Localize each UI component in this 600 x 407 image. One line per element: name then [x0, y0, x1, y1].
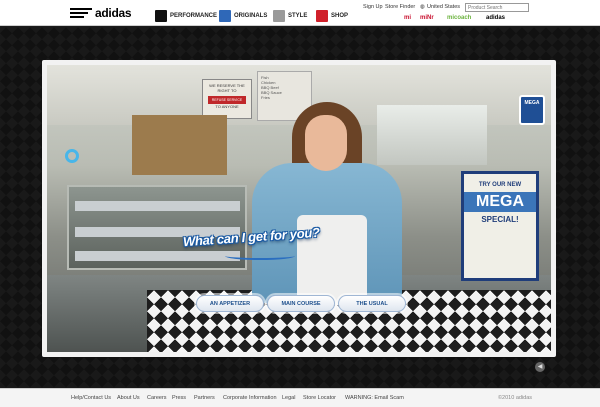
nav-originals-label: Originals [234, 13, 268, 19]
footer-link-press[interactable]: Press [172, 395, 186, 401]
footer-link-careers[interactable]: Careers [147, 395, 167, 401]
waitress-face [305, 115, 347, 171]
brand-adidas-link[interactable]: adidas [486, 15, 505, 21]
store-finder-link[interactable]: Store Finder [385, 4, 415, 10]
sound-toggle-icon[interactable]: ◀ [535, 362, 545, 372]
choice-appetizer-button[interactable]: An Appetizer [196, 295, 264, 312]
diner-window [377, 105, 487, 165]
brand-mi-link[interactable]: mi [404, 15, 411, 21]
diner-sign-sub: TO ANYONE [215, 104, 239, 109]
nav-style[interactable]: Style [273, 9, 307, 23]
promo-line-1: TRY OUR NEW [478, 182, 522, 188]
footer: Help/Contact Us About Us Careers Press P… [0, 388, 600, 407]
case-shelf [75, 201, 240, 211]
nav-shop[interactable]: Shop [316, 9, 348, 23]
top-navigation-bar: adidas Performance Originals Style Shop … [0, 0, 600, 26]
sign-up-link[interactable]: Sign Up [363, 4, 383, 10]
footer-link-email-scam[interactable]: WARNING: Email Scam [345, 395, 404, 401]
copyright: ©2010 adidas [498, 395, 533, 401]
promo-line-2: MEGA [464, 192, 536, 212]
diner-sign: WE RESERVE THE RIGHT TO REFUSE SERVICE T… [202, 79, 252, 119]
nav-performance-label: Performance [170, 13, 218, 19]
logo-stripes-icon [70, 8, 92, 18]
choice-the-usual-button[interactable]: The Usual [338, 295, 406, 312]
footer-link-partners[interactable]: Partners [194, 395, 215, 401]
adidas-logo[interactable]: adidas [70, 6, 150, 20]
case-shelf [75, 251, 240, 261]
shop-icon [316, 10, 328, 22]
footer-link-corporate[interactable]: Corporate Information [223, 395, 277, 401]
brand-minr-link[interactable]: miNr [420, 15, 434, 21]
performance-icon [155, 10, 167, 22]
nav-originals[interactable]: Originals [219, 9, 267, 23]
brand-micoach-link[interactable]: micoach [447, 15, 471, 21]
mega-special-card: TRY OUR NEW MEGA SPECIAL! [461, 171, 539, 281]
promo-line-3: SPECIAL! [481, 215, 519, 224]
footer-link-legal[interactable]: Legal [282, 395, 295, 401]
choice-main-course-button[interactable]: Main Course [267, 295, 335, 312]
prompt-swoosh [225, 252, 295, 260]
condiment-shelf [132, 115, 227, 175]
originals-trefoil-icon [219, 10, 231, 22]
diner-sign-red-text: REFUSE SERVICE [208, 96, 246, 104]
orb-icon [65, 149, 79, 163]
product-search-input[interactable] [465, 3, 529, 12]
globe-icon: ◍ [420, 4, 425, 10]
footer-link-about[interactable]: About Us [117, 395, 140, 401]
style-icon [273, 10, 285, 22]
diner-sign-text: WE RESERVE THE RIGHT TO [209, 83, 245, 93]
country-selector[interactable]: United States [427, 4, 460, 10]
stage-background: WE RESERVE THE RIGHT TO REFUSE SERVICE T… [0, 27, 600, 388]
footer-link-store-locator[interactable]: Store Locator [303, 395, 336, 401]
nav-style-label: Style [288, 13, 308, 19]
nav-performance[interactable]: Performance [155, 9, 217, 23]
shoe-display-case [67, 185, 247, 270]
menu-line: Fries [261, 95, 270, 100]
logo-text: adidas [95, 6, 132, 20]
nav-shop-label: Shop [331, 13, 349, 19]
mega-badge-icon[interactable]: MEGA [519, 95, 545, 125]
footer-link-help[interactable]: Help/Contact Us [71, 395, 111, 401]
mega-badge-text: MEGA [524, 100, 540, 106]
